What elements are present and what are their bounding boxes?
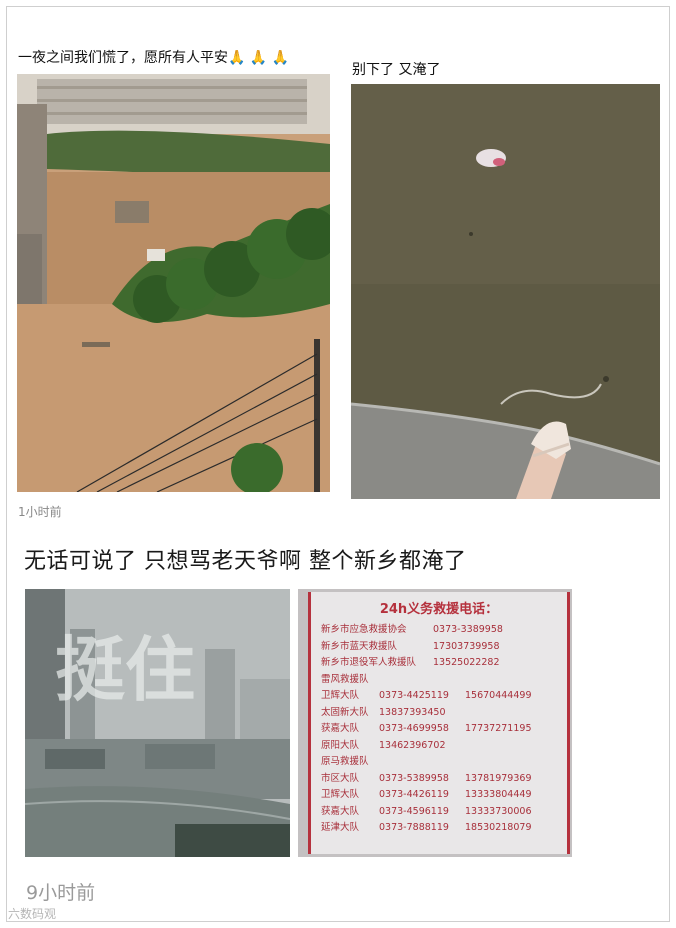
notice-row: 获嘉大队 0373-4699958 17737271195 <box>321 723 532 734</box>
notice-row: 获嘉大队 0373-4596119 13333730006 <box>321 805 532 817</box>
notice-row: 新乡市蓝天救援队 17303739958 <box>321 640 500 652</box>
overlay-text: 挺住 <box>55 629 195 711</box>
photo-caption: 别下了 又淹了 <box>352 62 441 78</box>
post-timestamp: 1小时前 <box>18 505 62 519</box>
post-timestamp-2: 9小时前 <box>26 882 96 904</box>
notice-section-heading: 雷风救援队 <box>321 673 369 685</box>
flood-water-photo[interactable] <box>351 84 660 499</box>
notice-row: 卫辉大队 0373-4426119 13333804449 <box>321 789 532 800</box>
watermark: 六数码观 <box>8 907 57 921</box>
post-text: 无话可说了 只想骂老天爷啊 整个新乡都淹了 <box>24 549 467 574</box>
post-caption: 一夜之间我们慌了，愿所有人平安🙏 🙏 🙏 <box>18 50 290 66</box>
notice-row: 原阳大队 13462396702 <box>321 739 446 751</box>
notice-row: 新乡市应急救援协会 0373-3389958 <box>321 624 503 635</box>
notice-row: 延津大队 0373-7888119 18530218079 <box>321 822 532 833</box>
notice-row: 新乡市退役军人救援队 13525022282 <box>321 657 500 668</box>
notice-row: 太固新大队 13837393450 <box>321 706 446 718</box>
flooded-street-photo[interactable] <box>17 74 330 492</box>
notice-row: 市区大队 0373-5389958 13781979369 <box>321 772 532 784</box>
notice-title: 24h义务救援电话： <box>379 602 499 617</box>
notice-row: 卫辉大队 0373-4425119 15670444499 <box>321 690 532 701</box>
rescue-notice-photo[interactable]: 24h义务救援电话： 新乡市应急救援协会 0373-3389958 新乡市蓝天救援队… <box>298 589 572 857</box>
notice-section-heading: 原马救援队 <box>321 756 369 767</box>
city-flood-photo[interactable]: 挺住 <box>25 589 290 857</box>
